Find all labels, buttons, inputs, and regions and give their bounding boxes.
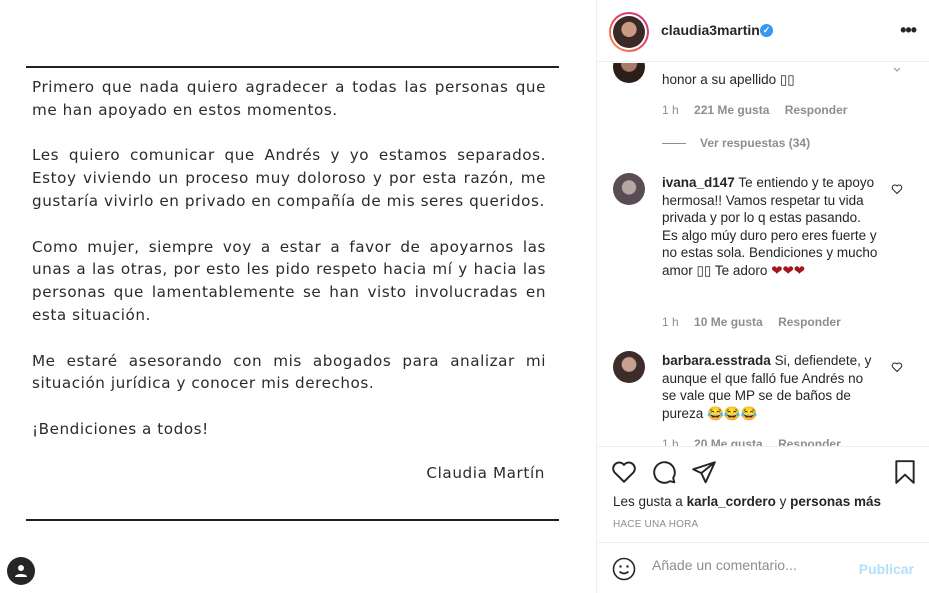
paragraph-4: Me estaré asesorando con mis abogados pa… xyxy=(32,351,546,393)
comment-composer: Publicar xyxy=(597,542,929,593)
comment-input[interactable] xyxy=(652,557,852,573)
comment-icon[interactable] xyxy=(651,459,677,485)
paragraph-2: Les quiero comunicar que Andrés y yo est… xyxy=(32,146,546,210)
post-actions: Les gusta a karla_cordero y personas más… xyxy=(597,446,929,542)
like-comment-icon[interactable] xyxy=(891,183,903,195)
comment-text: honor a su apellido ▯▯ xyxy=(662,72,795,87)
comment-username[interactable]: barbara.esstrada xyxy=(662,353,771,368)
view-replies-button[interactable]: Ver respuestas (34) xyxy=(662,136,810,150)
bottom-rule xyxy=(26,519,559,521)
comment-time: 1 h xyxy=(662,103,679,117)
comment-meta: 1 h 10 Me gusta Responder xyxy=(662,315,853,329)
comment-text: barbara.esstrada Si, defiendete, y aunqu… xyxy=(662,353,872,421)
signature: Claudia Martín xyxy=(426,464,545,482)
hearts-emoji: ❤❤❤ xyxy=(771,262,806,278)
others-likes-link[interactable]: personas más xyxy=(790,494,881,509)
post-image[interactable]: Primero que nada quiero agradecer a toda… xyxy=(0,0,596,593)
comment-time: 1 h xyxy=(662,315,679,329)
likes-summary: Les gusta a karla_cordero y personas más xyxy=(613,494,881,509)
comment-time: 1 h xyxy=(662,437,679,446)
heart-icon[interactable] xyxy=(611,459,637,485)
comment-avatar[interactable] xyxy=(613,351,645,383)
like-comment-icon[interactable] xyxy=(891,63,903,75)
paragraph-3: Como mujer, siempre voy a estar a favor … xyxy=(32,237,546,324)
comment-meta: 1 h 20 Me gusta Responder xyxy=(662,437,853,446)
more-options-icon[interactable]: ••• xyxy=(900,20,917,41)
comment-text: ivana_d147 Te entiendo y te apoyo hermos… xyxy=(662,175,878,278)
replies-divider xyxy=(662,143,686,145)
publish-button[interactable]: Publicar xyxy=(859,561,914,577)
reply-button[interactable]: Responder xyxy=(778,437,841,446)
comment-likes[interactable]: 20 Me gusta xyxy=(694,437,763,446)
paragraph-1: Primero que nada quiero agradecer a toda… xyxy=(32,78,546,119)
post-sidebar: claudia3martin ✓ ••• honor a su apellido… xyxy=(596,0,929,593)
comment-avatar[interactable] xyxy=(613,63,645,83)
author-avatar[interactable] xyxy=(609,12,649,52)
comment-avatar[interactable] xyxy=(613,173,645,205)
liked-by-user[interactable]: karla_cordero xyxy=(687,494,776,509)
share-icon[interactable] xyxy=(691,459,717,485)
like-comment-icon[interactable] xyxy=(891,361,903,373)
comment-meta: 1 h 221 Me gusta Responder xyxy=(662,103,859,117)
post-timestamp[interactable]: HACE UNA HORA xyxy=(613,519,698,530)
comment-username[interactable]: ivana_d147 xyxy=(662,175,735,190)
reply-button[interactable]: Responder xyxy=(785,103,848,117)
tagged-user-icon[interactable] xyxy=(7,557,35,585)
bookmark-icon[interactable] xyxy=(892,459,918,485)
comment-likes[interactable]: 10 Me gusta xyxy=(694,315,763,329)
comments-list[interactable]: honor a su apellido ▯▯ 1 h 221 Me gusta … xyxy=(597,63,929,446)
top-rule xyxy=(26,66,559,68)
post-header: claudia3martin ✓ ••• xyxy=(597,0,929,62)
reply-button[interactable]: Responder xyxy=(778,315,841,329)
statement-text: Primero que nada quiero agradecer a toda… xyxy=(32,76,546,441)
comment-likes[interactable]: 221 Me gusta xyxy=(694,103,769,117)
laughing-emoji: 😂😂😂 xyxy=(707,405,758,421)
paragraph-5: ¡Bendiciones a todos! xyxy=(32,419,209,438)
emoji-icon[interactable] xyxy=(612,557,636,581)
author-username[interactable]: claudia3martin xyxy=(661,22,760,38)
verified-badge-icon: ✓ xyxy=(760,24,773,37)
